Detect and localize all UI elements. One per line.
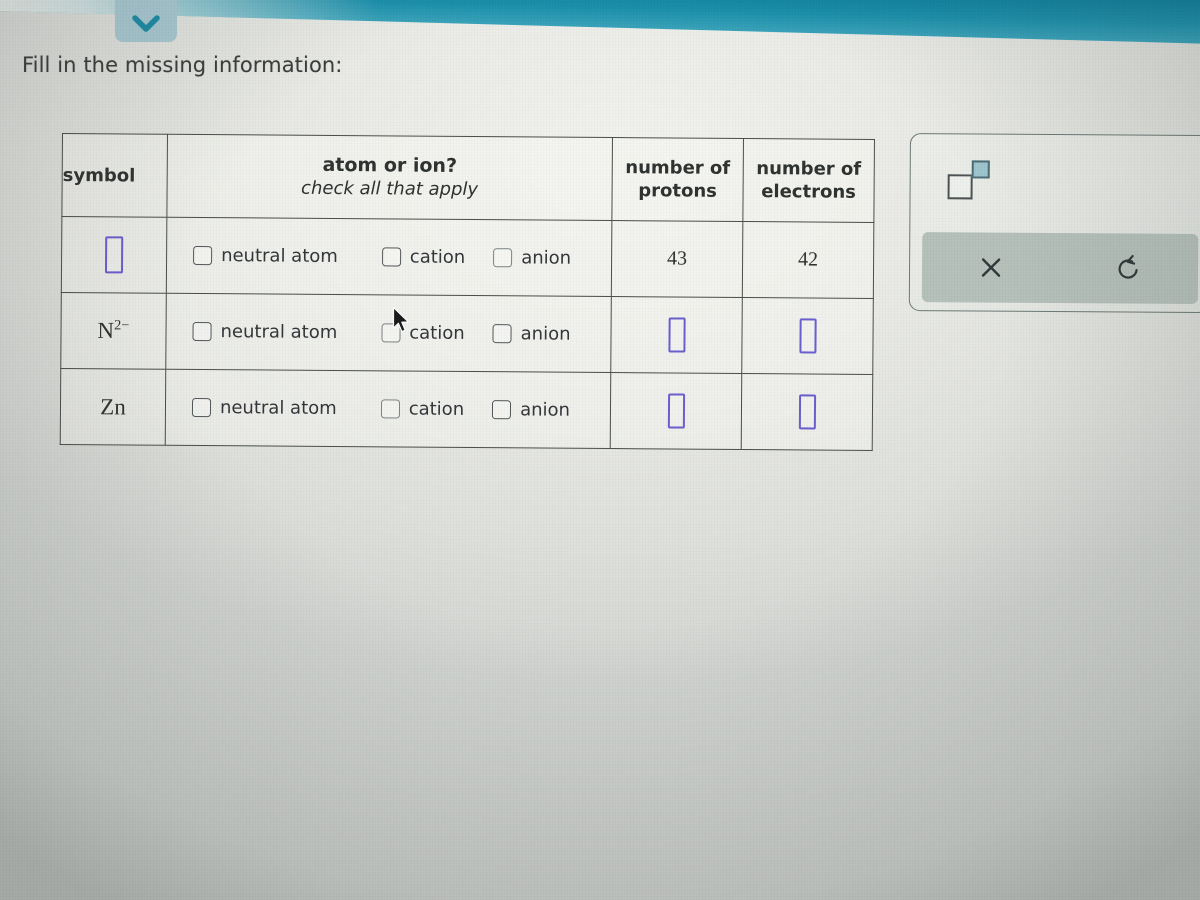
- screen-surface: Fill in the missing information: symbol …: [0, 0, 1200, 900]
- tool-palette-top: [910, 134, 1200, 231]
- symbol-text: N: [97, 318, 115, 344]
- checkbox-label: neutral atom: [219, 397, 337, 420]
- column-header-protons-line2: protons: [638, 180, 717, 202]
- electrons-input[interactable]: [798, 394, 816, 430]
- checkbox-label: cation: [408, 398, 465, 420]
- column-header-atom-or-ion: atom or ion? check all that apply: [166, 134, 613, 221]
- checkbox-cation[interactable]: cation: [380, 398, 465, 420]
- protons-cell: 43: [611, 220, 743, 298]
- checkbox-box-icon[interactable]: [492, 400, 512, 420]
- checkbox-box-icon[interactable]: [192, 321, 212, 342]
- atom-or-ion-cell: neutral atom cation anion: [166, 217, 612, 297]
- symbol-charge-superscript: 2−: [114, 317, 130, 334]
- checkbox-label: cation: [409, 322, 465, 344]
- checkbox-box-icon[interactable]: [191, 397, 212, 418]
- electrons-cell: [741, 373, 873, 451]
- checkbox-anion[interactable]: anion: [493, 247, 571, 269]
- column-header-electrons-line1: number of: [756, 158, 862, 180]
- checkbox-label: anion: [521, 247, 572, 269]
- column-header-protons-line1: number of: [625, 157, 731, 179]
- column-header-electrons-line2: electrons: [761, 181, 856, 203]
- collapse-panel-tab[interactable]: [115, 0, 177, 42]
- checkbox-anion[interactable]: anion: [492, 399, 570, 421]
- page-title: Fill in the missing information:: [22, 53, 343, 77]
- checkbox-neutral-atom[interactable]: neutral atom: [193, 245, 338, 267]
- checkbox-anion[interactable]: anion: [492, 323, 571, 345]
- tool-palette-actions: [921, 232, 1199, 305]
- checkbox-cation[interactable]: cation: [381, 322, 465, 344]
- undo-button[interactable]: [1060, 233, 1198, 304]
- table-header: symbol atom or ion? check all that apply…: [61, 133, 875, 223]
- protons-cell: [610, 372, 742, 450]
- checkbox-neutral-atom[interactable]: neutral atom: [192, 321, 337, 343]
- protons-input[interactable]: [667, 393, 685, 429]
- checkbox-box-icon[interactable]: [381, 323, 401, 343]
- chevron-down-icon: [131, 14, 161, 34]
- superscript-exponent-square: [971, 160, 990, 179]
- column-header-protons: number of protons: [611, 137, 744, 222]
- checkbox-cation[interactable]: cation: [381, 246, 466, 268]
- checkbox-label: anion: [520, 399, 571, 421]
- column-header-atom-or-ion-subtitle: check all that apply: [301, 178, 479, 201]
- column-header-atom-or-ion-title: atom or ion?: [322, 154, 458, 178]
- table-row: neutral atom cation anion 43 42: [61, 216, 874, 299]
- top-band-glare: [0, 0, 520, 26]
- symbol-input[interactable]: [104, 236, 124, 274]
- undo-arrow-icon: [1113, 252, 1145, 284]
- checkbox-box-icon[interactable]: [381, 247, 401, 267]
- checkbox-label: cation: [409, 246, 466, 268]
- superscript-square-icon[interactable]: [947, 160, 994, 200]
- checkbox-box-icon[interactable]: [493, 248, 513, 268]
- checkbox-box-icon[interactable]: [193, 245, 213, 266]
- clear-button[interactable]: [922, 232, 1060, 303]
- table-body: neutral atom cation anion 43 42 N2− neut…: [60, 216, 874, 451]
- atom-or-ion-cell: neutral atom cation anion: [165, 293, 612, 373]
- checkbox-box-icon[interactable]: [380, 399, 400, 419]
- atom-or-ion-cell: neutral atom cation anion: [165, 369, 611, 449]
- checkbox-label: neutral atom: [220, 321, 338, 344]
- superscript-base-square: [947, 174, 973, 200]
- protons-input[interactable]: [667, 317, 686, 353]
- checkbox-label: neutral atom: [221, 245, 338, 268]
- checkbox-label: anion: [520, 323, 571, 345]
- electrons-cell: 42: [742, 221, 874, 299]
- table-row: Zn neutral atom cation anion: [60, 368, 873, 451]
- column-header-symbol: symbol: [61, 133, 168, 218]
- checkbox-box-icon[interactable]: [492, 324, 512, 344]
- table-header-row: symbol atom or ion? check all that apply…: [61, 133, 875, 223]
- electrons-input[interactable]: [798, 318, 817, 354]
- checkbox-neutral-atom[interactable]: neutral atom: [191, 397, 337, 420]
- question-table-container: symbol atom or ion? check all that apply…: [59, 133, 875, 451]
- protons-cell: [610, 296, 743, 374]
- symbol-text: Zn: [100, 393, 126, 419]
- electrons-cell: [741, 297, 874, 375]
- question-table: symbol atom or ion? check all that apply…: [59, 133, 875, 451]
- symbol-cell: [61, 216, 167, 294]
- close-x-icon: [976, 252, 1006, 282]
- symbol-cell: Zn: [60, 368, 166, 446]
- symbol-cell: N2−: [60, 292, 167, 370]
- column-header-electrons: number of electrons: [742, 138, 875, 223]
- tool-palette: [908, 133, 1200, 314]
- table-row: N2− neutral atom cation anion: [60, 292, 874, 375]
- browser-top-band: [0, 0, 1200, 46]
